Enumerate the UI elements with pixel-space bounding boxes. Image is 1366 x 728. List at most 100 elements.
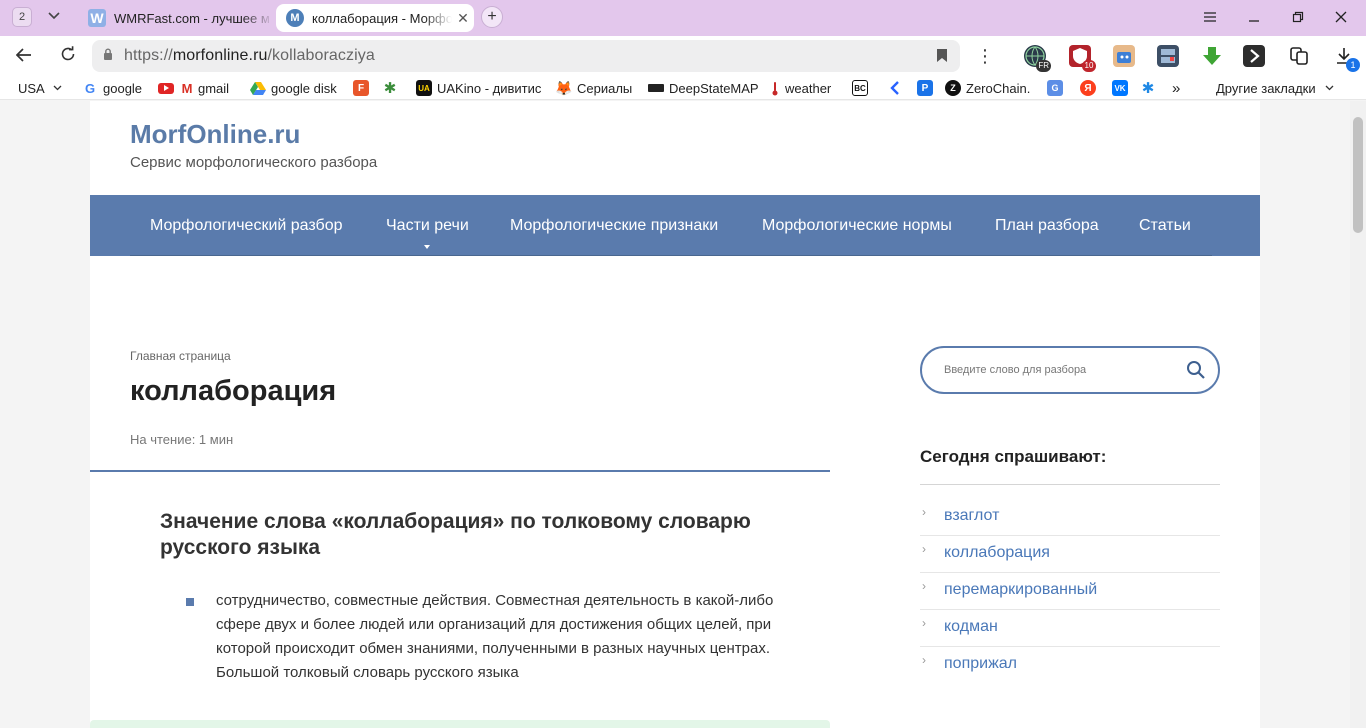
- chevron-right-icon: ›: [922, 616, 926, 630]
- nav-divider: [130, 255, 1212, 256]
- bookmark-serials[interactable]: 🦊 Сериалы: [555, 78, 633, 98]
- google-icon: G: [82, 80, 98, 96]
- tab-list-dropdown-icon[interactable]: [42, 7, 66, 27]
- meaning-line: которой происходит обмен знаниями, получ…: [216, 640, 771, 657]
- archive-extension-icon[interactable]: [1157, 45, 1179, 67]
- popular-word-link[interactable]: взаглот: [944, 507, 999, 525]
- zerochain-icon: Z: [945, 80, 961, 96]
- tools-extension-icon[interactable]: [1113, 45, 1135, 67]
- bookmark-google[interactable]: G google: [82, 78, 142, 98]
- bookmark-uakino[interactable]: UA UAKino - дивитис: [416, 78, 541, 98]
- meaning-line: сотрудничество, совместные действия. Сов…: [216, 592, 774, 609]
- popular-word-link[interactable]: поприжал: [944, 655, 1017, 673]
- widget-divider: [920, 484, 1220, 485]
- bookmark-translate[interactable]: G: [1047, 78, 1068, 98]
- nav-morph-analysis[interactable]: Морфологический разбор: [150, 195, 343, 256]
- yandex-icon: Я: [1080, 80, 1096, 96]
- tab-wmrfast[interactable]: W WMRFast.com - лучшее м: [78, 4, 274, 32]
- page-scrollbar[interactable]: [1350, 101, 1366, 728]
- bookmark-label: google: [103, 80, 143, 96]
- shield-extension-icon[interactable]: 10: [1069, 45, 1096, 72]
- collections-extension-icon[interactable]: [1288, 45, 1310, 67]
- download-extension-icon[interactable]: [1201, 45, 1223, 67]
- bookmark-weather[interactable]: weather: [770, 78, 831, 98]
- nav-articles[interactable]: Статьи: [1139, 195, 1191, 256]
- star-logo-icon: ✱: [383, 80, 397, 97]
- bookmark-star[interactable]: ✱: [382, 78, 403, 98]
- chevron-right-icon: ›: [922, 542, 926, 556]
- minimize-button[interactable]: [1239, 6, 1269, 30]
- p-icon: P: [917, 80, 933, 96]
- bookmark-zerochain[interactable]: Z ZeroChain.: [945, 78, 1030, 98]
- gmail-icon: M: [179, 80, 195, 96]
- bookmark-p[interactable]: P: [917, 78, 938, 98]
- close-tab-icon[interactable]: ✕: [452, 10, 474, 27]
- bookmark-f[interactable]: F: [353, 78, 374, 98]
- new-tab-button[interactable]: +: [481, 6, 503, 28]
- popular-widget-title: Сегодня спрашивают:: [920, 447, 1107, 466]
- meaning-line: сфере двух и более людей или организаций…: [216, 616, 772, 633]
- snowflake-icon: ✱: [1141, 80, 1155, 97]
- tab-title: коллаборация - Морфо: [312, 10, 452, 26]
- meaning-text: сотрудничество, совместные действия. Сов…: [216, 589, 826, 685]
- bc-icon: BC: [852, 80, 868, 96]
- breadcrumb-home-link[interactable]: Главная страница: [130, 349, 231, 363]
- content-divider: [90, 470, 830, 472]
- search-icon[interactable]: [1186, 360, 1206, 380]
- url-text[interactable]: https://morfonline.ru/kollaboracziya: [124, 47, 375, 65]
- nav-morph-features[interactable]: Морфологические признаки: [510, 195, 718, 256]
- tab-strip: 2 W WMRFast.com - лучшее м M коллабораци…: [0, 0, 1366, 36]
- chevron-left-icon: [886, 80, 902, 96]
- reload-button[interactable]: [56, 44, 80, 68]
- more-options-icon[interactable]: ⋮: [976, 44, 994, 68]
- bookmark-label: ZeroChain.: [966, 80, 1031, 96]
- deepstate-icon: [648, 84, 664, 92]
- bookmark-yandex[interactable]: Я: [1080, 78, 1101, 98]
- nav-morph-norms[interactable]: Морфологические нормы: [762, 195, 952, 256]
- back-button[interactable]: [12, 44, 36, 68]
- youtube-icon: [158, 82, 174, 94]
- list-item: › коллаборация: [920, 536, 1220, 573]
- page-viewport: MorfOnline.ru Сервис морфологического ра…: [0, 101, 1350, 728]
- bookmarks-overflow-button[interactable]: »: [1172, 78, 1180, 98]
- wmrfast-favicon-icon: W: [88, 9, 106, 27]
- bookmark-arrow[interactable]: [886, 78, 907, 98]
- word-search-form: [920, 346, 1220, 394]
- scrollbar-thumb[interactable]: [1353, 117, 1363, 233]
- bookmark-icon[interactable]: [936, 48, 948, 63]
- list-item: › кодман: [920, 610, 1220, 647]
- tab-morfonline[interactable]: M коллаборация - Морфо ✕: [276, 4, 474, 32]
- morfonline-favicon-icon: M: [286, 9, 304, 27]
- submenu-caret-icon: [424, 245, 430, 249]
- bookmark-snowflake[interactable]: ✱: [1140, 78, 1161, 98]
- bookmark-bc[interactable]: BC: [852, 78, 873, 98]
- bookmark-label: gmail: [198, 80, 230, 96]
- tab-count-button[interactable]: 2: [12, 7, 32, 27]
- chevron-right-icon: ›: [922, 579, 926, 593]
- url-scheme: https://: [124, 47, 173, 64]
- popular-word-link[interactable]: перемаркированный: [944, 581, 1097, 599]
- word-search-input[interactable]: [944, 361, 1174, 379]
- close-window-button[interactable]: [1326, 6, 1356, 30]
- nav-analysis-plan[interactable]: План разбора: [995, 195, 1099, 256]
- bookmark-label: Сериалы: [577, 80, 633, 96]
- address-bar[interactable]: https://morfonline.ru/kollaboracziya: [92, 40, 960, 72]
- popular-word-link[interactable]: коллаборация: [944, 544, 1050, 562]
- bookmark-vk[interactable]: VK: [1112, 78, 1133, 98]
- popular-word-link[interactable]: кодман: [944, 618, 998, 636]
- bookmark-folder-usa[interactable]: USA: [18, 78, 62, 98]
- restore-button[interactable]: [1283, 6, 1313, 30]
- downloads-icon[interactable]: 1: [1333, 45, 1360, 72]
- lock-icon[interactable]: [92, 48, 124, 64]
- other-bookmarks-folder[interactable]: Другие закладки: [1216, 78, 1334, 98]
- bookmark-gmail[interactable]: M gmail: [158, 78, 229, 98]
- arrow-extension-icon[interactable]: [1243, 45, 1265, 67]
- chevron-down-icon: [53, 85, 62, 91]
- menu-icon[interactable]: [1195, 6, 1225, 30]
- bookmark-deepstatemap[interactable]: DeepStateMAP: [648, 78, 759, 98]
- site-title-link[interactable]: MorfOnline.ru: [130, 119, 300, 150]
- list-item: › перемаркированный: [920, 573, 1220, 610]
- bookmark-google-disk[interactable]: google disk: [250, 78, 337, 98]
- globe-extension-icon[interactable]: FR: [1024, 45, 1051, 72]
- chevron-right-icon: ›: [922, 505, 926, 519]
